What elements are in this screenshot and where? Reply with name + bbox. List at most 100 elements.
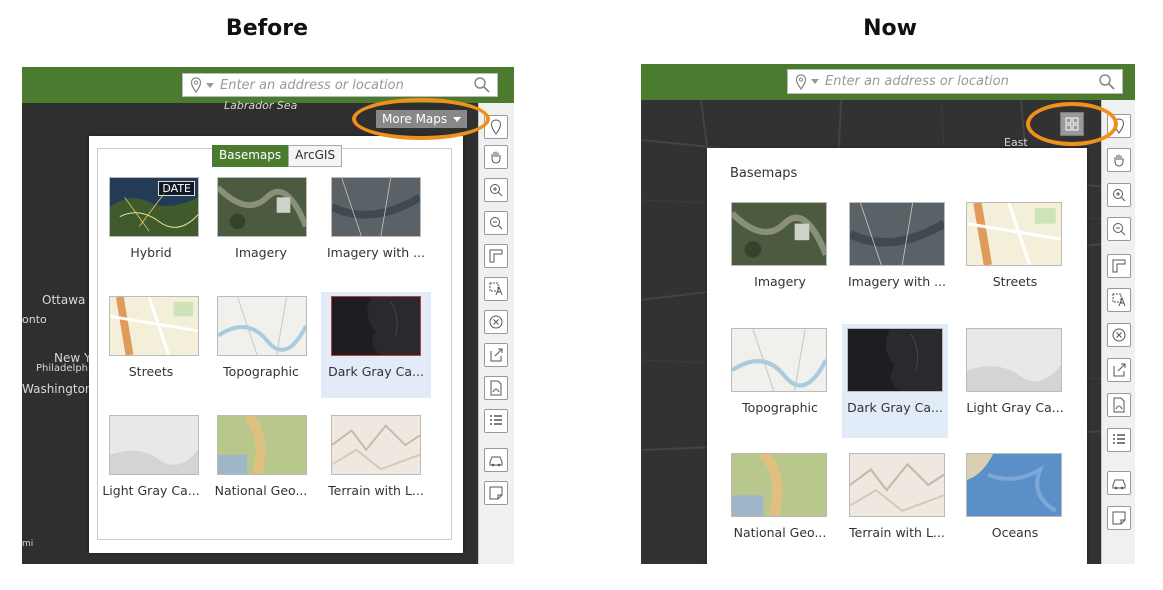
measure-icon: [1112, 259, 1126, 273]
basemap-label: Light Gray Ca...: [102, 483, 200, 498]
notes-button[interactable]: [484, 481, 508, 505]
basemap-label: Streets: [992, 274, 1038, 289]
imagery-labels-thumbnail: [331, 177, 421, 237]
tab-arcgis[interactable]: ArcGIS: [288, 145, 343, 167]
light-gray-thumbnail: [966, 328, 1062, 392]
measure-button[interactable]: [1107, 254, 1131, 278]
zoom-in-button[interactable]: [484, 178, 508, 202]
pan-button[interactable]: [1107, 148, 1131, 172]
basemap-label: Imagery with ...: [326, 245, 426, 260]
search-box[interactable]: Enter an address or location: [182, 73, 498, 97]
location-pin-icon: [190, 77, 202, 93]
basemap-item-light-gray[interactable]: Light Gray Ca...: [960, 324, 1070, 434]
label-icon: [489, 282, 503, 296]
basemap-item-streets[interactable]: Streets: [101, 292, 201, 392]
basemap-item-topographic[interactable]: Topographic: [211, 292, 311, 392]
basemap-item-terrain[interactable]: Terrain with L...: [842, 449, 952, 559]
zoom-in-icon: [1113, 189, 1126, 202]
basemap-item-national-geographic[interactable]: National Geo...: [725, 449, 835, 559]
zoom-out-icon: [490, 217, 503, 230]
search-box[interactable]: Enter an address or location: [787, 69, 1123, 94]
imagery-thumbnail: [217, 177, 307, 237]
imagery-labels-thumbnail: [849, 202, 945, 266]
print-icon: [490, 380, 502, 396]
pan-icon: [491, 151, 501, 164]
section-title: Basemaps: [730, 166, 798, 181]
search-input[interactable]: Enter an address or location: [220, 78, 473, 93]
zoom-out-button[interactable]: [484, 211, 508, 235]
notes-button[interactable]: [1107, 506, 1131, 530]
basemap-item-oceans[interactable]: Oceans: [960, 449, 1070, 559]
basemap-gallery: Basemaps ArcGIS DATE Hybrid Imagery Imag…: [89, 136, 463, 553]
zoom-out-button[interactable]: [1107, 217, 1131, 241]
legend-button[interactable]: [484, 409, 508, 433]
basemap-item-terrain[interactable]: Terrain with L...: [321, 411, 431, 511]
directions-button[interactable]: [484, 448, 508, 472]
notes-icon: [1112, 511, 1126, 525]
light-gray-thumbnail: [109, 415, 199, 475]
basemap-item-light-gray[interactable]: Light Gray Ca...: [101, 411, 201, 511]
national-geographic-thumbnail: [731, 453, 827, 517]
measure-button[interactable]: [484, 244, 508, 268]
print-button[interactable]: [1107, 393, 1131, 417]
gallery-tabs: Basemaps ArcGIS: [212, 145, 343, 167]
search-icon[interactable]: [1098, 73, 1116, 91]
basemap-label: Light Gray Ca...: [966, 400, 1064, 415]
clear-button[interactable]: [1107, 323, 1131, 347]
basemap-label: Dark Gray Ca...: [328, 364, 424, 379]
basemap-item-topographic[interactable]: Topographic: [725, 324, 835, 434]
basemap-item-national-geographic[interactable]: National Geo...: [211, 411, 311, 511]
basemap-label: Imagery: [235, 245, 287, 260]
basemap-label: Oceans: [991, 525, 1039, 540]
basemap-item-dark-gray[interactable]: Dark Gray Ca...: [842, 324, 948, 438]
map-label: Labrador Sea: [224, 99, 298, 112]
label-icon: [1112, 293, 1126, 307]
clear-icon: [489, 315, 503, 329]
map-label: Philadelphia: [36, 363, 97, 374]
directions-button[interactable]: [1107, 471, 1131, 495]
chevron-down-icon[interactable]: [206, 82, 214, 88]
basemap-item-imagery[interactable]: Imagery: [211, 173, 311, 273]
legend-icon: [490, 415, 502, 425]
directions-icon: [1112, 479, 1126, 490]
print-button[interactable]: [484, 376, 508, 400]
topographic-thumbnail: [217, 296, 307, 356]
share-button[interactable]: [1107, 358, 1131, 382]
share-button[interactable]: [484, 343, 508, 367]
basemap-item-imagery-labels[interactable]: Imagery with ...: [321, 173, 431, 273]
clear-icon: [1112, 328, 1126, 342]
basemap-item-imagery[interactable]: Imagery: [725, 198, 835, 308]
basemap-label: National Geo...: [733, 525, 827, 540]
label-button[interactable]: [1107, 288, 1131, 312]
basemap-label: Topographic: [742, 400, 818, 415]
zoom-out-icon: [1113, 223, 1126, 236]
zoom-in-icon: [490, 184, 503, 197]
map-label: Washington: [22, 382, 93, 396]
before-header-bar: Enter an address or location: [22, 67, 514, 103]
chevron-down-icon[interactable]: [811, 79, 819, 84]
basemap-item-streets[interactable]: Streets: [960, 198, 1070, 308]
label-button[interactable]: [484, 277, 508, 301]
search-input[interactable]: Enter an address or location: [825, 74, 1098, 89]
basemap-item-hybrid[interactable]: DATE Hybrid: [101, 173, 201, 273]
locate-icon: [490, 119, 502, 135]
search-icon[interactable]: [473, 76, 491, 94]
basemap-label: Topographic: [223, 364, 299, 379]
now-toolbar: [1101, 100, 1135, 564]
basemap-item-imagery-labels[interactable]: Imagery with ...: [842, 198, 952, 308]
now-header-bar: Enter an address or location: [641, 64, 1135, 100]
map-label: onto: [22, 313, 47, 326]
clear-button[interactable]: [484, 310, 508, 334]
directions-icon: [489, 456, 503, 467]
basemap-item-dark-gray[interactable]: Dark Gray Ca...: [321, 292, 431, 398]
legend-button[interactable]: [1107, 428, 1131, 452]
before-map-panel[interactable]: Enter an address or location Labrador Se…: [22, 67, 514, 564]
location-pin-icon: [795, 73, 807, 90]
highlight-ring: [352, 98, 490, 140]
before-heading: Before: [225, 16, 309, 41]
now-map-panel[interactable]: Enter an address or location East Basema…: [641, 64, 1135, 564]
pan-button[interactable]: [484, 145, 508, 169]
topographic-thumbnail: [731, 328, 827, 392]
tab-basemaps[interactable]: Basemaps: [212, 145, 289, 167]
zoom-in-button[interactable]: [1107, 183, 1131, 207]
